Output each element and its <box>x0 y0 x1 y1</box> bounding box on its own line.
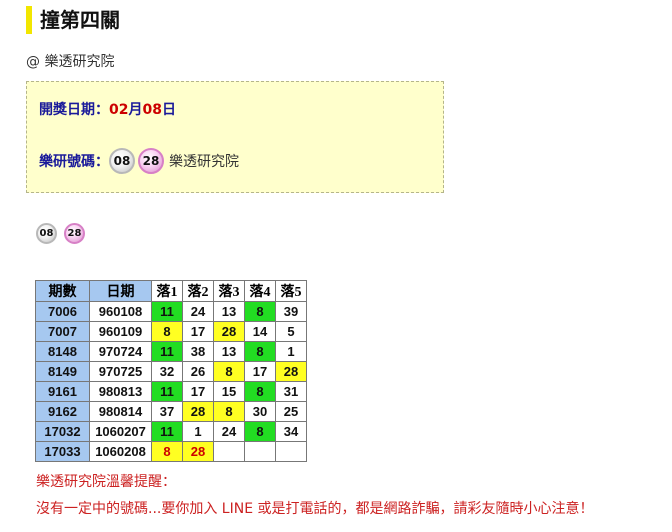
cell-number: 14 <box>244 321 276 342</box>
cell-number: 13 <box>213 301 245 322</box>
number-ball-pink: 28 <box>138 148 164 174</box>
cell-number: 8 <box>244 341 276 362</box>
cell-number: 8 <box>213 361 245 382</box>
cell-number: 17 <box>182 321 214 342</box>
cell-number: 28 <box>275 361 307 382</box>
number-ball-pink: 28 <box>64 223 85 244</box>
draw-date-day: 08 <box>142 102 162 118</box>
draw-date: 開獎日期：02月08日 <box>39 99 176 119</box>
number-ball-silver: 08 <box>36 223 57 244</box>
cell-number: 8 <box>213 401 245 422</box>
cell-date: 980813 <box>89 381 152 402</box>
cell-number: 13 <box>213 341 245 362</box>
header-position: 落1 <box>151 280 183 302</box>
table-row: 7007 960109 8 17 28 14 5 <box>35 321 307 342</box>
cell-period: 9162 <box>35 401 90 422</box>
lab-numbers-source: 樂透研究院 <box>169 154 239 170</box>
table-row: 17033 1060208 8 28 <box>35 441 307 462</box>
table-row: 7006 960108 11 24 13 8 39 <box>35 301 307 322</box>
cell-date: 980814 <box>89 401 152 422</box>
cell-number: 37 <box>151 401 183 422</box>
cell-number: 11 <box>151 301 183 322</box>
cell-number: 28 <box>213 321 245 342</box>
cell-date: 1060207 <box>89 421 152 442</box>
cell-date: 960109 <box>89 321 152 342</box>
header-position: 落3 <box>213 280 245 302</box>
cell-number: 8 <box>244 381 276 402</box>
cell-number: 28 <box>182 401 214 422</box>
cell-period: 9161 <box>35 381 90 402</box>
cell-number: 15 <box>213 381 245 402</box>
lab-numbers-label: 樂研號碼： <box>39 154 109 170</box>
header-position: 落5 <box>275 280 307 302</box>
cell-number: 39 <box>275 301 307 322</box>
cell-number <box>244 441 276 462</box>
header-position: 落4 <box>244 280 276 302</box>
byline: @ 樂透研究院 <box>26 54 115 70</box>
cell-period: 7007 <box>35 321 90 342</box>
cell-number: 8 <box>151 321 183 342</box>
cell-period: 17033 <box>35 441 90 462</box>
header-period: 期數 <box>35 280 90 302</box>
draw-date-label: 開獎日期： <box>39 102 109 118</box>
cell-number: 11 <box>151 381 183 402</box>
table-row: 9161 980813 11 17 15 8 31 <box>35 381 307 402</box>
cell-number: 17 <box>244 361 276 382</box>
cell-number: 5 <box>275 321 307 342</box>
draw-date-day-unit: 日 <box>161 102 176 118</box>
table-row: 8148 970724 11 38 13 8 1 <box>35 341 307 362</box>
table-row: 17032 1060207 11 1 24 8 34 <box>35 421 307 442</box>
cell-number <box>275 441 307 462</box>
table-header-row: 期數 日期 落1 落2 落3 落4 落5 <box>35 280 307 302</box>
draw-date-month: 02 <box>109 102 129 118</box>
cell-number: 24 <box>213 421 245 442</box>
notice-text: 沒有一定中的號碼...要你加入 LINE 或是打電話的，都是網路詐騙，請彩友隨時… <box>36 501 594 517</box>
number-ball-silver: 08 <box>109 148 135 174</box>
draw-info-box: 開獎日期：02月08日 樂研號碼： 08 28 樂透研究院 <box>26 81 444 193</box>
cell-number: 28 <box>182 441 214 462</box>
cell-number: 8 <box>244 421 276 442</box>
cell-number: 11 <box>151 341 183 362</box>
history-table: 期數 日期 落1 落2 落3 落4 落5 7006 960108 11 24 13 8 39… <box>35 280 307 462</box>
cell-number: 11 <box>151 421 183 442</box>
table-row: 9162 980814 37 28 8 30 25 <box>35 401 307 422</box>
page-title: 撞第四關 <box>26 6 120 34</box>
cell-date: 960108 <box>89 301 152 322</box>
cell-date: 970725 <box>89 361 152 382</box>
cell-number: 1 <box>275 341 307 362</box>
cell-number: 31 <box>275 381 307 402</box>
lab-numbers-row: 樂研號碼： 08 28 樂透研究院 <box>39 146 239 176</box>
cell-period: 7006 <box>35 301 90 322</box>
cell-period: 8148 <box>35 341 90 362</box>
highlight-balls: 08 28 <box>36 223 92 244</box>
cell-date: 1060208 <box>89 441 152 462</box>
cell-number: 8 <box>151 441 183 462</box>
draw-date-month-unit: 月 <box>128 102 143 118</box>
header-position: 落2 <box>182 280 214 302</box>
table-row: 8149 970725 32 26 8 17 28 <box>35 361 307 382</box>
cell-number: 34 <box>275 421 307 442</box>
cell-number: 8 <box>244 301 276 322</box>
cell-number <box>213 441 245 462</box>
cell-number: 1 <box>182 421 214 442</box>
cell-number: 38 <box>182 341 214 362</box>
header-date: 日期 <box>89 280 152 302</box>
cell-period: 17032 <box>35 421 90 442</box>
cell-number: 25 <box>275 401 307 422</box>
cell-number: 24 <box>182 301 214 322</box>
cell-number: 32 <box>151 361 183 382</box>
cell-number: 26 <box>182 361 214 382</box>
notice-title: 樂透研究院溫馨提醒： <box>36 474 176 490</box>
cell-date: 970724 <box>89 341 152 362</box>
cell-number: 30 <box>244 401 276 422</box>
cell-period: 8149 <box>35 361 90 382</box>
cell-number: 17 <box>182 381 214 402</box>
